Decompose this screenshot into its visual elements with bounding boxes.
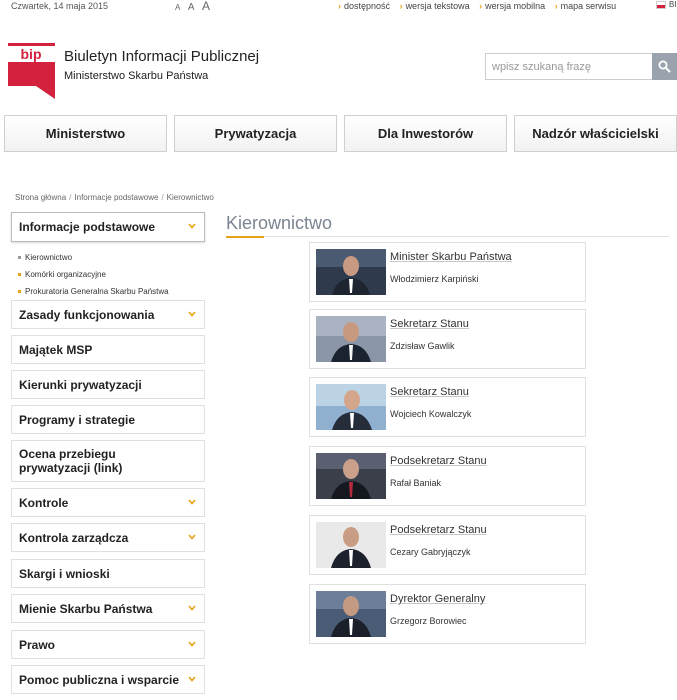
search-box — [485, 53, 677, 80]
breadcrumb-current: Kierownictwo — [166, 193, 214, 202]
sidebar-item-pomoc[interactable]: Pomoc publiczna i wsparcie — [11, 665, 205, 694]
bullet-icon — [18, 273, 21, 276]
person-card[interactable]: Minister Skarbu Państwa Włodzimierz Karp… — [309, 242, 586, 302]
sidebar-item-skargi[interactable]: Skargi i wnioski — [11, 559, 205, 588]
sidebar-item-kontrola-zarzadcza[interactable]: Kontrola zarządcza — [11, 523, 205, 552]
bullet-icon — [18, 256, 21, 259]
person-role-link[interactable]: Sekretarz Stanu — [390, 318, 469, 330]
main-nav: Ministerstwo Prywatyzacja Dla Inwestorów… — [4, 115, 677, 152]
page-title: Kierownictwo — [226, 213, 333, 233]
current-date: Czwartek, 14 maja 2015 — [11, 1, 109, 11]
sidebar-item-prawo[interactable]: Prawo — [11, 630, 205, 659]
chevron-down-icon — [188, 498, 196, 505]
person-card[interactable]: Podsekretarz Stanu Cezary Gabryjączyk — [309, 515, 586, 575]
accessibility-link[interactable]: › dostępność — [338, 1, 390, 11]
search-input[interactable] — [485, 53, 652, 80]
chevron-down-icon — [188, 310, 196, 317]
mobile-version-link[interactable]: › wersja mobilna — [479, 1, 545, 11]
text-version-link[interactable]: › wersja tekstowa — [400, 1, 470, 11]
chevron-down-icon — [188, 533, 196, 540]
site-title[interactable]: Biuletyn Informacji Publicznej — [64, 48, 259, 65]
chevron-down-icon — [188, 675, 196, 682]
font-size-medium-button[interactable]: A — [188, 2, 195, 13]
person-photo — [316, 249, 386, 295]
sidebar-item-informacje-podstawowe[interactable]: Informacje podstawowe — [11, 212, 205, 242]
sidebar-item-zasady[interactable]: Zasady funkcjonowania — [11, 300, 205, 329]
breadcrumb-home[interactable]: Strona główna — [15, 193, 66, 202]
font-size-small-button[interactable]: A — [175, 3, 180, 12]
person-photo — [316, 453, 386, 499]
person-role-link[interactable]: Podsekretarz Stanu — [390, 524, 487, 536]
breadcrumb-section[interactable]: Informacje podstawowe — [74, 193, 158, 202]
person-photo — [316, 316, 386, 362]
person-role-link[interactable]: Sekretarz Stanu — [390, 386, 469, 398]
top-bar: Czwartek, 14 maja 2015 A A A › dostępność… — [0, 0, 677, 14]
font-size-switcher: A A A — [175, 0, 215, 13]
sidebar-item-kontrole[interactable]: Kontrole — [11, 488, 205, 517]
language-switcher[interactable]: BI — [656, 0, 677, 9]
bip-logo[interactable]: bip — [8, 43, 55, 99]
chevron-right-icon: › — [338, 1, 341, 11]
sidebar-item-majatek[interactable]: Majątek MSP — [11, 335, 205, 364]
search-icon — [658, 60, 671, 73]
chevron-down-icon — [188, 223, 196, 229]
sidebar-item-programy[interactable]: Programy i strategie — [11, 405, 205, 434]
title-divider — [226, 236, 669, 237]
person-name: Włodzimierz Karpiński — [390, 274, 479, 284]
sidebar-item-mienie[interactable]: Mienie Skarbu Państwa — [11, 594, 205, 623]
sitemap-link[interactable]: › mapa serwisu — [555, 1, 617, 11]
bullet-icon — [18, 290, 21, 293]
breadcrumb: Strona główna / Informacje podstawowe / Kier… — [15, 193, 214, 202]
language-label: BI — [669, 0, 677, 9]
sidebar-subitem-prokuratoria[interactable]: Prokuratoria Generalna Skarbu Państwa — [18, 283, 169, 300]
person-card[interactable]: Dyrektor Generalny Grzegorz Borowiec — [309, 584, 586, 644]
person-photo — [316, 591, 386, 637]
person-card[interactable]: Sekretarz Stanu Zdzisław Gawlik — [309, 309, 586, 369]
sidebar-subitems: Kierownictwo Komórki organizacyjne Proku… — [18, 249, 169, 300]
person-name: Rafał Baniak — [390, 478, 442, 488]
chevron-down-icon — [188, 604, 196, 611]
nav-ministerstwo[interactable]: Ministerstwo — [4, 115, 167, 152]
sidebar-item-kierunki[interactable]: Kierunki prywatyzacji — [11, 370, 205, 399]
chevron-right-icon: › — [479, 1, 483, 11]
person-name: Wojciech Kowalczyk — [390, 409, 472, 419]
person-name: Grzegorz Borowiec — [390, 616, 467, 626]
person-role-link[interactable]: Dyrektor Generalny — [390, 593, 485, 605]
person-photo — [316, 384, 386, 430]
chevron-right-icon: › — [554, 1, 558, 11]
nav-nadzor-wlascicielski[interactable]: Nadzór właścicielski — [514, 115, 677, 152]
logo-text: bip — [21, 46, 42, 62]
sidebar-subitem-kierownictwo[interactable]: Kierownictwo — [18, 249, 169, 266]
sidebar-subitem-komorki[interactable]: Komórki organizacyjne — [18, 266, 169, 283]
search-button[interactable] — [652, 53, 677, 80]
title-accent-bar — [226, 236, 264, 238]
person-role-link[interactable]: Podsekretarz Stanu — [390, 455, 487, 467]
site-subtitle: Ministerstwo Skarbu Państwa — [64, 70, 209, 82]
person-name: Zdzisław Gawlik — [390, 341, 455, 351]
nav-dla-inwestorow[interactable]: Dla Inwestorów — [344, 115, 507, 152]
person-photo — [316, 522, 386, 568]
person-role-link[interactable]: Minister Skarbu Państwa — [390, 251, 512, 263]
person-name: Cezary Gabryjączyk — [390, 547, 471, 557]
sidebar-item-ocena[interactable]: Ocena przebiegu prywatyzacji (link) — [11, 440, 205, 482]
polish-flag-icon — [656, 0, 666, 9]
utility-links: › dostępność › wersja tekstowa › wersja mob… — [338, 1, 623, 11]
person-card[interactable]: Podsekretarz Stanu Rafał Baniak — [309, 446, 586, 506]
person-card[interactable]: Sekretarz Stanu Wojciech Kowalczyk — [309, 377, 586, 437]
nav-prywatyzacja[interactable]: Prywatyzacja — [174, 115, 337, 152]
chevron-down-icon — [188, 640, 196, 647]
font-size-large-button[interactable]: A — [202, 0, 210, 13]
chevron-right-icon: › — [399, 1, 403, 11]
